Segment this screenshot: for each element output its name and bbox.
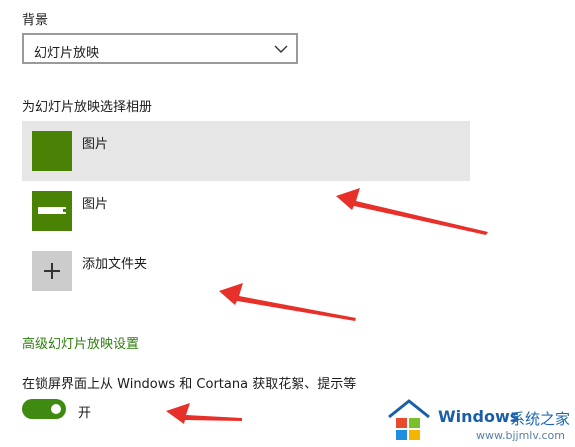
arrow-icon — [219, 283, 356, 321]
watermark: Windows 系统之家 www.bjjmlv.com — [386, 393, 575, 447]
watermark-brand: Windows — [438, 407, 520, 426]
annotation-arrows — [166, 188, 488, 424]
arrow-icon — [336, 188, 488, 235]
watermark-site-name: 系统之家 — [510, 410, 571, 428]
windows-logo-icon — [388, 399, 430, 440]
arrow-icon — [166, 403, 242, 424]
watermark-url: www.bjjmlv.com — [476, 429, 565, 442]
